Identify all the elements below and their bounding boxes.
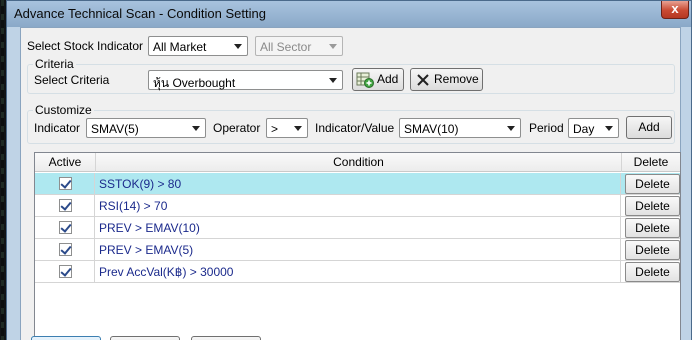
market-dropdown[interactable]: All Market	[148, 36, 248, 56]
close-button[interactable]: x	[661, 1, 689, 19]
criteria-remove-button[interactable]: Remove	[410, 68, 483, 91]
condition-cell[interactable]: RSI(14) > 70	[96, 195, 621, 217]
customize-add-label: Add	[638, 120, 660, 134]
active-cell	[35, 217, 95, 239]
indicator-value-dropdown-value: SMAV(10)	[404, 122, 459, 136]
active-cell	[35, 173, 95, 195]
delete-row-button[interactable]: Delete	[625, 218, 680, 238]
condition-text: SSTOK(9) > 80	[99, 177, 182, 191]
operator-label: Operator	[213, 121, 261, 135]
table-row[interactable]: PREV > EMAV(10) Delete	[35, 217, 680, 239]
title-bar[interactable]: Advance Technical Scan - Condition Setti…	[7, 1, 691, 27]
table-row[interactable]: Prev AccVal(K฿) > 30000 Delete	[35, 261, 680, 283]
delete-row-button[interactable]: Delete	[625, 174, 680, 194]
chevron-down-icon	[329, 44, 337, 49]
indicator-dropdown[interactable]: SMAV(5)	[86, 118, 206, 138]
period-dropdown[interactable]: Day	[568, 118, 619, 138]
add-grid-icon	[356, 72, 374, 88]
background-chart	[1, 0, 4, 340]
criteria-group-title: Criteria	[33, 57, 76, 71]
active-cell	[35, 195, 95, 217]
indicator-value-dropdown[interactable]: SMAV(10)	[399, 118, 521, 138]
column-header-delete[interactable]: Delete	[622, 153, 680, 172]
active-cell	[35, 239, 95, 261]
condition-cell[interactable]: PREV > EMAV(5)	[96, 239, 621, 261]
chevron-down-icon	[234, 44, 242, 49]
table-row[interactable]: PREV > EMAV(5) Delete	[35, 239, 680, 261]
select-stock-indicator-label: Select Stock Indicator	[27, 39, 144, 53]
active-cell	[35, 261, 95, 283]
chevron-down-icon	[507, 126, 515, 131]
market-dropdown-value: All Market	[153, 40, 207, 54]
indicator-dropdown-value: SMAV(5)	[91, 122, 139, 136]
period-label: Period	[529, 121, 564, 135]
operator-dropdown[interactable]: >	[266, 118, 308, 138]
active-checkbox[interactable]	[59, 177, 72, 190]
condition-cell[interactable]: SSTOK(9) > 80	[96, 173, 621, 195]
condition-text: RSI(14) > 70	[99, 199, 168, 213]
dialog-client-area: Select Stock Indicator All Market All Se…	[20, 27, 681, 340]
criteria-add-label: Add	[377, 72, 399, 86]
customize-add-button[interactable]: Add	[626, 116, 672, 139]
delete-row-button[interactable]: Delete	[625, 196, 680, 216]
bottom-button-1[interactable]	[31, 336, 101, 340]
indicator-value-label: Indicator/Value	[315, 121, 395, 135]
operator-dropdown-value: >	[271, 122, 279, 136]
condition-cell[interactable]: PREV > EMAV(10)	[96, 217, 621, 239]
condition-text: Prev AccVal(K฿) > 30000	[99, 265, 234, 279]
active-checkbox[interactable]	[59, 221, 72, 234]
table-row[interactable]: SSTOK(9) > 80 Delete	[35, 173, 680, 195]
condition-text: PREV > EMAV(5)	[99, 243, 194, 257]
bottom-button-2[interactable]	[110, 336, 180, 340]
select-criteria-label: Select Criteria	[34, 73, 110, 87]
condition-cell[interactable]: Prev AccVal(K฿) > 30000	[96, 261, 621, 283]
active-checkbox[interactable]	[59, 199, 72, 212]
active-checkbox[interactable]	[59, 243, 72, 256]
chevron-down-icon	[329, 78, 337, 83]
column-header-active[interactable]: Active	[35, 153, 96, 172]
sector-dropdown-value: All Sector	[260, 40, 312, 54]
delete-row-button[interactable]: Delete	[625, 262, 680, 282]
close-icon	[417, 74, 429, 86]
chevron-down-icon	[605, 126, 613, 131]
criteria-group	[27, 64, 675, 94]
criteria-add-button[interactable]: Add	[352, 68, 404, 91]
criteria-remove-label: Remove	[434, 72, 479, 86]
active-checkbox[interactable]	[59, 265, 72, 278]
condition-setting-window: Advance Technical Scan - Condition Setti…	[6, 0, 692, 340]
chevron-down-icon	[294, 126, 302, 131]
chevron-down-icon	[192, 126, 200, 131]
table-row[interactable]: RSI(14) > 70 Delete	[35, 195, 680, 217]
window-title: Advance Technical Scan - Condition Setti…	[14, 6, 266, 21]
sector-dropdown: All Sector	[255, 36, 343, 56]
criteria-dropdown[interactable]: หุ้น Overbought	[148, 70, 343, 90]
column-header-condition[interactable]: Condition	[96, 153, 622, 172]
condition-text: PREV > EMAV(10)	[99, 221, 200, 235]
criteria-dropdown-value: หุ้น Overbought	[153, 76, 236, 90]
bottom-button-3[interactable]	[191, 336, 261, 340]
conditions-grid: Active Condition Delete SSTOK(9) > 80 Del…	[34, 152, 681, 340]
customize-group-title: Customize	[33, 103, 94, 117]
period-dropdown-value: Day	[573, 122, 595, 136]
grid-header: Active Condition Delete	[35, 153, 680, 172]
delete-row-button[interactable]: Delete	[625, 240, 680, 260]
indicator-label: Indicator	[34, 121, 81, 135]
